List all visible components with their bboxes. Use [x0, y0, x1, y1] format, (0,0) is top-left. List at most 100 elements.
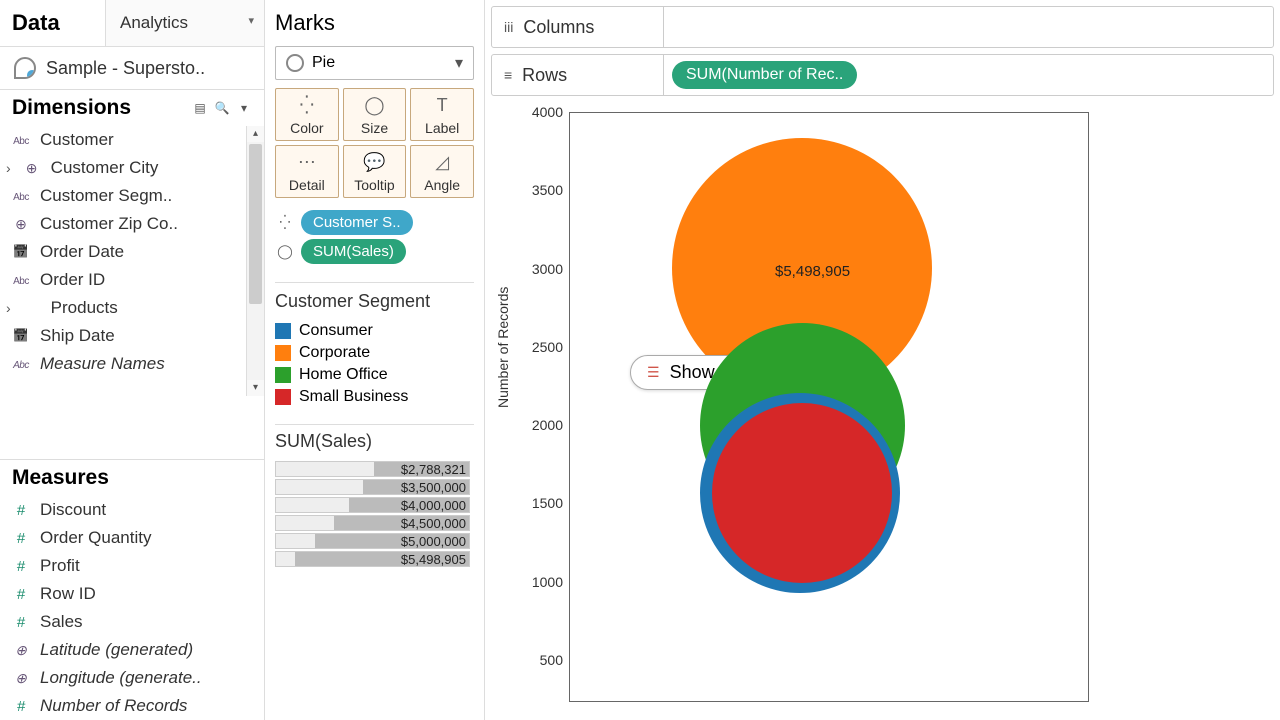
- field-type-icon: [10, 530, 32, 547]
- measure-number-of-records[interactable]: Number of Records: [0, 692, 264, 720]
- legend-item-consumer[interactable]: Consumer: [275, 320, 474, 342]
- columns-shelf-label: iii Columns: [492, 7, 664, 47]
- viz-main: iii Columns ≡ Rows SUM(Number of Rec.. N…: [485, 0, 1280, 720]
- field-type-icon: [10, 189, 32, 203]
- mark-angle-button[interactable]: ◿Angle: [410, 145, 474, 198]
- y-axis-title: Number of Records: [495, 287, 511, 408]
- dimension-measure-names[interactable]: Measure Names: [0, 350, 264, 378]
- size-legend-item: $5,000,000: [275, 532, 474, 550]
- measure-order-quantity[interactable]: Order Quantity: [0, 524, 264, 552]
- y-axis: 4000350030002500200015001000500: [519, 112, 567, 714]
- tab-data[interactable]: Data: [0, 0, 105, 46]
- rows-shelf[interactable]: ≡ Rows SUM(Number of Rec..: [491, 54, 1274, 96]
- size-legend-item: $4,500,000: [275, 514, 474, 532]
- scroll-down-icon[interactable]: ▾: [247, 380, 264, 396]
- size-legend-item: $3,500,000: [275, 478, 474, 496]
- mark-label-button[interactable]: TLabel: [410, 88, 474, 141]
- tooltip-icon: 💬: [346, 152, 404, 173]
- dimensions-title: Dimensions: [12, 96, 186, 120]
- dimension-ship-date[interactable]: Ship Date: [0, 322, 264, 350]
- dimensions-menu-icon[interactable]: ▾: [236, 101, 252, 115]
- measures-header: Measures: [0, 459, 264, 496]
- pill-slot-icon: ⁛: [275, 214, 295, 231]
- mark-size-button[interactable]: ◯Size: [343, 88, 407, 141]
- legend-swatch: [275, 323, 291, 339]
- legend-item-corporate[interactable]: Corporate: [275, 342, 474, 364]
- dimensions-scrollbar[interactable]: ▴ ▾: [246, 126, 264, 396]
- measure-longitude-generate-[interactable]: Longitude (generate..: [0, 664, 264, 692]
- rows-pill-sum-records[interactable]: SUM(Number of Rec..: [672, 61, 857, 89]
- legend-item-small-business[interactable]: Small Business: [275, 386, 474, 408]
- dimension-customer-city[interactable]: Customer City: [0, 154, 264, 182]
- y-tick: 3000: [532, 261, 563, 277]
- measures-list: DiscountOrder QuantityProfitRow IDSalesL…: [0, 496, 264, 720]
- viz-canvas[interactable]: Number of Records 4000 3500 3000 2500 2000 15…: [491, 102, 1274, 714]
- dimension-products[interactable]: Products: [0, 294, 264, 322]
- y-tick: 4000: [532, 104, 563, 120]
- field-type-icon: [21, 160, 43, 177]
- datasource-row[interactable]: Sample - Supersto..: [0, 47, 264, 90]
- mark-detail-button[interactable]: ⋯Detail: [275, 145, 339, 198]
- y-tick: 2000: [532, 417, 563, 433]
- scroll-thumb[interactable]: [249, 144, 262, 304]
- field-type-icon: [10, 642, 32, 659]
- color-icon: ⁛: [278, 95, 336, 116]
- legend-swatch: [275, 367, 291, 383]
- measure-sales[interactable]: Sales: [0, 608, 264, 636]
- y-tick: 2500: [532, 339, 563, 355]
- label-icon: T: [413, 95, 471, 116]
- mark-tooltip-button[interactable]: 💬Tooltip: [343, 145, 407, 198]
- field-type-icon: [10, 133, 32, 147]
- size-icon: ◯: [346, 95, 404, 116]
- dimension-order-date[interactable]: Order Date: [0, 238, 264, 266]
- field-type-icon: [10, 328, 32, 344]
- field-type-icon: [10, 216, 32, 233]
- dimension-order-id[interactable]: Order ID: [0, 266, 264, 294]
- field-type-icon: [10, 244, 32, 260]
- dimensions-header: Dimensions ▤ 🔍 ▾: [0, 90, 264, 126]
- legend-title: Customer Segment: [275, 282, 474, 312]
- mark-type-label: Pie: [312, 54, 335, 72]
- y-tick: 1500: [532, 495, 563, 511]
- columns-icon: iii: [504, 19, 513, 35]
- columns-shelf[interactable]: iii Columns: [491, 6, 1274, 48]
- pill-customer-s-[interactable]: Customer S..: [301, 210, 413, 235]
- measure-row-id[interactable]: Row ID: [0, 580, 264, 608]
- plot-area[interactable]: Show Me $5,498,905: [569, 112, 1089, 702]
- marks-buttons: ⁛Color◯SizeTLabel ⋯Detail💬Tooltip◿Angle: [275, 88, 474, 198]
- bubble-mark[interactable]: [712, 403, 892, 583]
- view-list-icon[interactable]: ▤: [192, 101, 208, 115]
- field-type-icon: [10, 357, 32, 371]
- field-type-icon: [10, 558, 32, 575]
- tab-analytics[interactable]: Analytics: [105, 0, 264, 46]
- mark-type-select[interactable]: Pie: [275, 46, 474, 80]
- field-type-icon: [10, 586, 32, 603]
- marks-title: Marks: [275, 8, 474, 38]
- measure-discount[interactable]: Discount: [0, 496, 264, 524]
- search-icon[interactable]: 🔍: [214, 101, 230, 115]
- measures-title: Measures: [12, 466, 252, 490]
- size-legend-title: SUM(Sales): [275, 424, 474, 452]
- dimensions-scroll: CustomerCustomer CityCustomer Segm..Cust…: [0, 126, 264, 459]
- rows-icon: ≡: [504, 67, 512, 83]
- rows-shelf-body[interactable]: SUM(Number of Rec..: [664, 61, 1273, 89]
- field-type-icon: [10, 670, 32, 687]
- marks-panel: Marks Pie ⁛Color◯SizeTLabel ⋯Detail💬Toolt…: [265, 0, 485, 720]
- dimension-customer-segm-[interactable]: Customer Segm..: [0, 182, 264, 210]
- measure-latitude-generated-[interactable]: Latitude (generated): [0, 636, 264, 664]
- legend-item-home-office[interactable]: Home Office: [275, 364, 474, 386]
- rows-shelf-label: ≡ Rows: [492, 55, 664, 95]
- pill-sum-sales-[interactable]: SUM(Sales): [301, 239, 406, 264]
- field-type-icon: [10, 698, 32, 715]
- scroll-up-icon[interactable]: ▴: [247, 126, 264, 142]
- bubble-value-label: $5,498,905: [775, 263, 850, 280]
- mark-pill-row: ⁛ Customer S..: [275, 210, 474, 235]
- legend-swatch: [275, 345, 291, 361]
- mark-color-button[interactable]: ⁛Color: [275, 88, 339, 141]
- dimension-customer[interactable]: Customer: [0, 126, 264, 154]
- y-tick: 3500: [532, 182, 563, 198]
- measure-profit[interactable]: Profit: [0, 552, 264, 580]
- datasource-icon: [14, 57, 36, 79]
- dimension-customer-zip-co-[interactable]: Customer Zip Co..: [0, 210, 264, 238]
- legend-swatch: [275, 389, 291, 405]
